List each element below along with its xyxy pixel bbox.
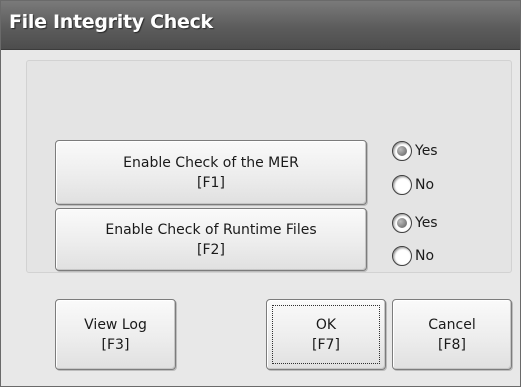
radio-dot [397, 146, 407, 156]
file-integrity-check-dialog: File Integrity Check Enable Check of the… [0, 0, 521, 387]
radio-dot [397, 218, 407, 228]
runtime-check-no-label: No [415, 248, 435, 264]
radio-unselected-icon [392, 246, 412, 266]
enable-mer-check-button[interactable]: Enable Check of the MER [F1] [55, 140, 367, 205]
enable-runtime-files-check-button[interactable]: Enable Check of Runtime Files [F2] [55, 208, 367, 271]
runtime-check-yes-radio[interactable]: Yes [392, 213, 438, 233]
radio-selected-icon [392, 213, 412, 233]
runtime-check-no-radio[interactable]: No [392, 246, 434, 266]
enable-mer-check-label: Enable Check of the MER [123, 154, 299, 171]
view-log-shortcut: [F3] [101, 336, 130, 353]
ok-button[interactable]: OK [F7] [266, 299, 386, 370]
window-title: File Integrity Check [9, 11, 213, 33]
enable-runtime-files-check-label: Enable Check of Runtime Files [105, 221, 317, 238]
enable-runtime-files-check-shortcut: [F2] [197, 241, 225, 258]
radio-unselected-icon [392, 175, 412, 195]
enable-mer-check-shortcut: [F1] [197, 174, 225, 191]
mer-check-yes-radio[interactable]: Yes [392, 141, 438, 161]
ok-label: OK [315, 316, 337, 333]
mer-check-no-label: No [415, 177, 435, 193]
view-log-label: View Log [84, 316, 147, 333]
runtime-check-yes-label: Yes [415, 215, 438, 231]
radio-selected-icon [392, 141, 412, 161]
title-bar: File Integrity Check [1, 1, 520, 50]
cancel-shortcut: [F8] [438, 336, 466, 353]
cancel-label: Cancel [428, 316, 476, 333]
cancel-button[interactable]: Cancel [F8] [392, 299, 512, 370]
ok-shortcut: [F7] [312, 336, 340, 353]
view-log-button[interactable]: View Log [F3] [55, 299, 176, 370]
mer-check-no-radio[interactable]: No [392, 175, 434, 195]
mer-check-yes-label: Yes [415, 143, 438, 159]
